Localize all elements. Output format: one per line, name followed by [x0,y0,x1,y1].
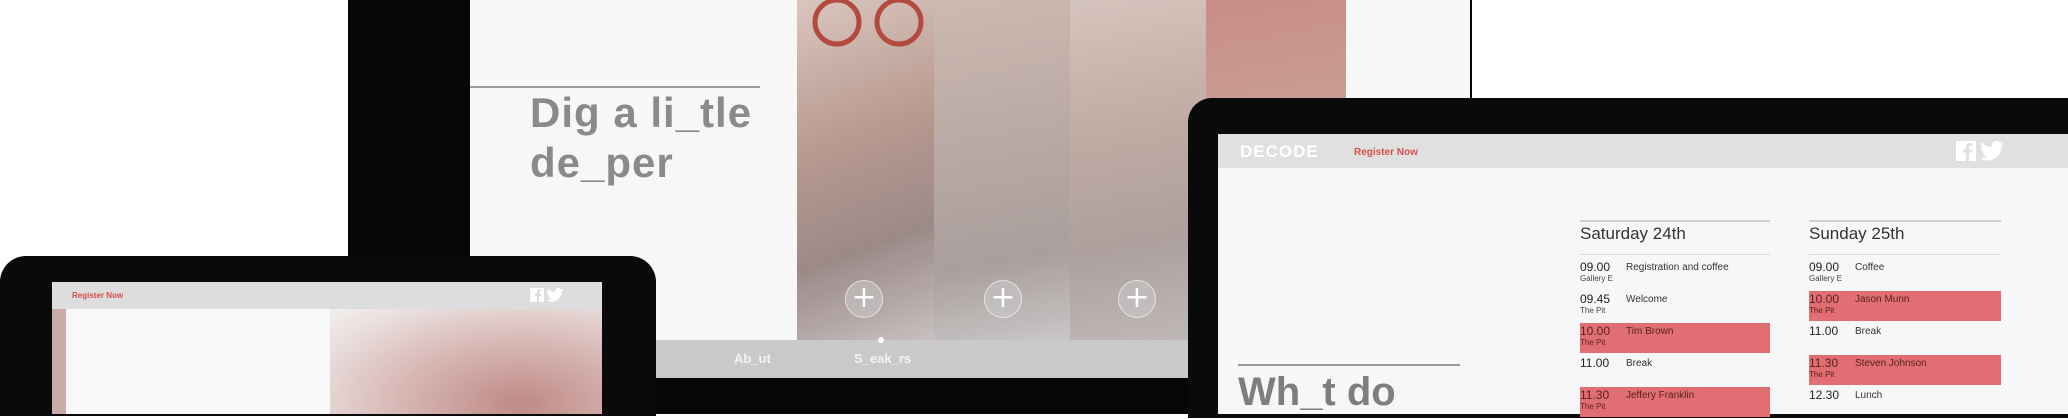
schedule-row[interactable]: 11.00 Break [1809,323,2001,353]
schedule-row[interactable]: 11.00 Break [1580,355,1770,385]
tablet-side-image [52,309,66,414]
row-place: The Pit [1580,402,1606,411]
day-divider [1580,220,1770,222]
row-time: 11.00 [1809,324,1839,338]
row-event: Registration and coffee [1626,262,1729,273]
schedule-row-highlighted[interactable]: 10.00 The Pit Tim Brown [1580,323,1770,353]
schedule-row[interactable]: 12.30 Lunch [1809,387,2001,417]
row-place: The Pit [1809,370,1835,379]
row-time: 09.45 [1580,292,1611,306]
row-time: 11.30 [1580,388,1610,402]
row-time: 09.00 [1809,260,1840,274]
tablet-header: Register Now [52,282,602,309]
day-divider [1809,220,2001,222]
schedule-row-highlighted[interactable]: 11.30 The Pit Steven Johnson [1809,355,2001,385]
schedule-row-highlighted[interactable]: 10.00 The Pit Jason Munn [1809,291,2001,321]
section-heading: Wh_t do [1238,370,1396,414]
schedule-row[interactable]: 09.45 The Pit Welcome [1580,291,1770,321]
speaker-portrait-2[interactable]: + [934,0,1070,340]
speaker-portrait-1[interactable]: + [797,0,934,340]
laptop-header: DECODE Register Now [1218,134,2068,168]
row-event: Coffee [1855,262,1885,273]
row-event: Tim Brown [1626,326,1674,337]
row-event: Steven Johnson [1855,358,1927,369]
section-divider [1238,364,1460,366]
day-heading: Saturday 24th [1580,224,1686,243]
day-header-rule [1809,254,2001,255]
day-heading: Sunday 25th [1809,224,1905,243]
row-event: Welcome [1626,294,1668,305]
plus-icon[interactable]: + [845,280,883,318]
tablet-hero-image [330,309,602,414]
schedule-row[interactable]: 09.00 Gallery E Coffee [1809,259,2001,289]
nav-speakers[interactable]: S_eak_rs [854,351,911,366]
row-event: Break [1626,358,1653,369]
row-event: Jason Munn [1855,294,1910,305]
row-place: Gallery E [1580,274,1613,283]
row-time: 11.00 [1580,356,1610,370]
glasses-shape [812,0,924,47]
hero-title-line2: de_per [530,139,674,186]
nav-about[interactable]: Ab_ut [734,351,771,366]
row-time: 11.30 [1809,356,1839,370]
row-time: 10.00 [1580,324,1611,338]
facebook-icon[interactable] [530,288,544,302]
hero-title: Dig a li_tle de_per [530,88,830,188]
plus-icon[interactable]: + [1118,280,1156,318]
schedule-day-saturday: Saturday 24th 09.00 Gallery E Registrati… [1580,220,1770,419]
laptop-register-link[interactable]: Register Now [1354,147,1418,158]
row-event: Lunch [1855,390,1883,401]
schedule-day-sunday: Sunday 25th 09.00 Gallery E Coffee 10.00… [1809,220,2001,419]
row-place: Gallery E [1809,274,1842,283]
row-place: The Pit [1809,306,1835,315]
speaker-portrait-3[interactable]: + [1070,0,1206,340]
twitter-icon[interactable] [1980,141,2004,161]
tablet-register-link[interactable]: Register Now [72,291,123,300]
facebook-icon[interactable] [1956,141,1976,161]
row-event: Jeffery Franklin [1626,390,1695,401]
decode-logo[interactable]: DECODE [1240,142,1319,162]
row-place: The Pit [1580,338,1606,347]
row-event: Break [1855,326,1882,337]
row-time: 12.30 [1809,388,1840,402]
nav-active-indicator [878,337,884,343]
plus-icon[interactable]: + [984,280,1022,318]
row-place: The Pit [1580,306,1606,315]
row-time: 10.00 [1809,292,1840,306]
day-header-rule [1580,254,1770,255]
row-time: 09.00 [1580,260,1611,274]
hero-title-line1: Dig a li_tle [530,89,753,136]
schedule-row[interactable]: 09.00 Gallery E Registration and coffee [1580,259,1770,289]
schedule-row-highlighted[interactable]: 11.30 The Pit Jeffery Franklin [1580,387,1770,417]
twitter-icon[interactable] [546,288,564,302]
